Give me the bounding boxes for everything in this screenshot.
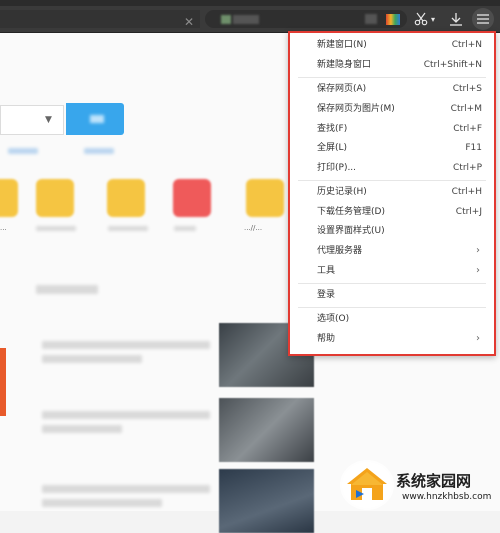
menu-separator <box>298 307 486 308</box>
menu-item-shortcut: Ctrl+J <box>455 207 482 217</box>
site-shortcut-label: ...//... <box>244 224 263 232</box>
address-bar[interactable] <box>205 10 407 28</box>
address-favicon <box>221 15 231 24</box>
close-icon[interactable]: ✕ <box>184 15 194 29</box>
menu-item-tools[interactable]: 工具 › <box>290 261 494 281</box>
news-title-blurred[interactable] <box>42 411 210 419</box>
menu-item-label: 设置界面样式(U) <box>317 226 385 236</box>
menu-item-label: 全屏(L) <box>317 143 348 153</box>
menu-item-shortcut: Ctrl+S <box>452 84 482 94</box>
submenu-arrow-icon: › <box>476 333 480 344</box>
menu-item-ui-style[interactable]: 设置界面样式(U) <box>290 221 494 241</box>
site-shortcut-icon[interactable] <box>0 179 18 217</box>
menu-item-find[interactable]: 查找(F) Ctrl+F <box>290 119 494 139</box>
menu-item-save-page-as-image[interactable]: 保存网页为图片(M) Ctrl+M <box>290 99 494 119</box>
watermark: 系统家园网 www.hnzkhbsb.com <box>342 456 500 511</box>
menu-item-shortcut: Ctrl+N <box>451 40 482 50</box>
menu-item-shortcut: Ctrl+Shift+N <box>423 60 482 70</box>
tab-strip[interactable]: ✕ <box>0 10 200 29</box>
menu-item-label: 代理服务器 <box>317 246 363 256</box>
ad-strip[interactable] <box>0 348 6 416</box>
menu-item-shortcut: Ctrl+P <box>453 163 482 173</box>
menu-item-shortcut: F11 <box>465 143 482 153</box>
menu-item-label: 登录 <box>317 290 336 300</box>
house-logo-icon <box>342 462 392 508</box>
menu-item-fullscreen[interactable]: 全屏(L) F11 <box>290 138 494 158</box>
main-menu-dropdown: 新建窗口(N) Ctrl+N 新建隐身窗口 Ctrl+Shift+N 保存网页(… <box>288 31 496 356</box>
site-shortcut-label: ... <box>0 224 7 232</box>
nav-link-blurred[interactable] <box>8 148 38 154</box>
address-text-blurred <box>233 15 259 24</box>
site-shortcut-label-blurred <box>174 226 196 231</box>
site-shortcut-icon[interactable] <box>246 179 284 217</box>
menu-item-new-window[interactable]: 新建窗口(N) Ctrl+N <box>290 35 494 55</box>
menu-item-print[interactable]: 打印(P)... Ctrl+P <box>290 158 494 178</box>
menu-item-label: 下载任务管理(D) <box>317 207 385 217</box>
menu-item-help[interactable]: 帮助 › <box>290 329 494 349</box>
menu-item-shortcut: Ctrl+F <box>453 124 482 134</box>
site-shortcut-icon[interactable] <box>36 179 74 217</box>
menu-icon[interactable] <box>472 8 494 30</box>
menu-item-label: 工具 <box>317 266 336 276</box>
menu-separator <box>298 180 486 181</box>
chevron-down-icon[interactable]: ▾ <box>428 9 438 29</box>
submenu-arrow-icon: › <box>476 245 480 256</box>
site-shortcut-label-blurred <box>36 226 76 231</box>
menu-item-label: 帮助 <box>317 334 336 344</box>
menu-separator <box>298 283 486 284</box>
menu-item-label: 保存网页为图片(M) <box>317 104 395 114</box>
menu-separator <box>298 77 486 78</box>
menu-item-login[interactable]: 登录 <box>290 285 494 305</box>
site-shortcut-icon[interactable] <box>173 179 211 217</box>
menu-item-label: 新建隐身窗口 <box>317 60 372 70</box>
menu-item-label: 历史记录(H) <box>317 187 367 197</box>
watermark-title: 系统家园网 <box>396 472 472 490</box>
news-thumbnail[interactable] <box>219 398 314 462</box>
menu-item-download-manager[interactable]: 下载任务管理(D) Ctrl+J <box>290 202 494 222</box>
download-icon[interactable] <box>446 9 466 29</box>
menu-item-new-incognito-window[interactable]: 新建隐身窗口 Ctrl+Shift+N <box>290 55 494 75</box>
news-title-blurred[interactable] <box>42 425 122 433</box>
menu-item-label: 保存网页(A) <box>317 84 367 94</box>
news-title-blurred[interactable] <box>42 341 210 349</box>
site-shortcut-label-blurred <box>108 226 148 231</box>
menu-item-history[interactable]: 历史记录(H) Ctrl+H <box>290 182 494 202</box>
menu-item-label: 新建窗口(N) <box>317 40 367 50</box>
news-title-blurred[interactable] <box>42 355 142 363</box>
menu-item-proxy-server[interactable]: 代理服务器 › <box>290 241 494 261</box>
search-button[interactable] <box>66 103 124 135</box>
menu-item-shortcut: Ctrl+H <box>451 187 482 197</box>
browser-toolbar: ✕ ▾ <box>0 6 500 33</box>
section-heading-blurred <box>36 285 98 294</box>
menu-item-label: 查找(F) <box>317 124 348 134</box>
news-title-blurred[interactable] <box>42 485 210 493</box>
menu-item-label: 选项(O) <box>317 314 350 324</box>
menu-item-label: 打印(P)... <box>317 163 357 173</box>
news-thumbnail[interactable] <box>219 469 314 533</box>
dropdown-caret-icon[interactable]: ▼ <box>45 115 52 125</box>
menu-item-save-page[interactable]: 保存网页(A) Ctrl+S <box>290 79 494 99</box>
news-title-blurred[interactable] <box>42 499 162 507</box>
extension-icon[interactable] <box>365 14 377 24</box>
menu-item-options[interactable]: 选项(O) <box>290 309 494 329</box>
menu-item-shortcut: Ctrl+M <box>450 104 482 114</box>
search-input[interactable]: ▼ <box>0 105 64 135</box>
site-shortcut-icon[interactable] <box>107 179 145 217</box>
colorful-extension-icon[interactable] <box>386 14 400 25</box>
search-button-label-blurred <box>90 115 104 123</box>
submenu-arrow-icon: › <box>476 265 480 276</box>
watermark-url: www.hnzkhbsb.com <box>402 492 492 502</box>
nav-link-blurred[interactable] <box>84 148 114 154</box>
